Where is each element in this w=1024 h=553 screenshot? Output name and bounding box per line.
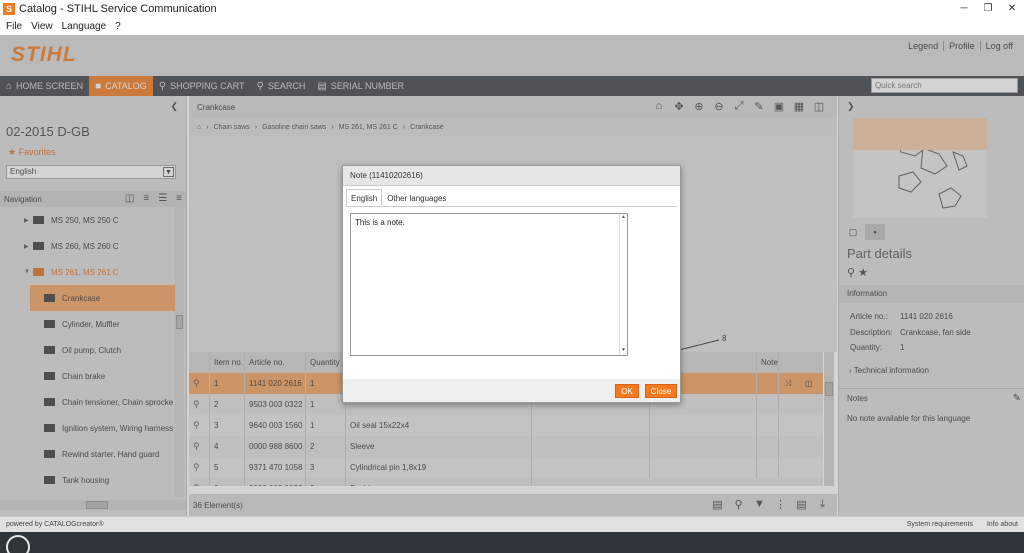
app-icon: S [3, 3, 15, 15]
restore-icon[interactable]: ❐ [976, 0, 1000, 18]
menu-view[interactable]: View [31, 21, 53, 32]
start-button-icon[interactable] [6, 535, 30, 553]
dialog-tabs: English Other languages [346, 189, 451, 206]
close-button[interactable]: Close [645, 384, 677, 398]
window-controls: ─ ❐ ✕ [952, 0, 1024, 18]
note-dialog: Note (11410202616) English Other languag… [342, 165, 681, 403]
textarea-scrollbar[interactable]: ▲ ▼ [619, 214, 627, 355]
system-requirements-link[interactable]: System requirements [907, 521, 973, 528]
info-about-link[interactable]: Info about [987, 521, 1018, 528]
window-title: Catalog - STIHL Service Communication [19, 3, 217, 15]
window-title-bar: S Catalog - STIHL Service Communication … [0, 0, 1024, 18]
menu-bar: File View Language ? [0, 18, 1024, 35]
minimize-icon[interactable]: ─ [952, 0, 976, 18]
powered-by: powered by CATALOGcreator® [6, 521, 104, 528]
close-window-icon[interactable]: ✕ [1000, 0, 1024, 18]
dialog-title: Note (11410202616) [343, 166, 680, 186]
tab-english[interactable]: English [346, 189, 383, 206]
menu-language[interactable]: Language [62, 21, 107, 32]
note-textarea[interactable]: This is a note. [350, 213, 628, 356]
menu-help[interactable]: ? [115, 21, 121, 32]
footer: powered by CATALOGcreator® System requir… [0, 516, 1024, 532]
taskbar [0, 532, 1024, 553]
menu-file[interactable]: File [6, 21, 22, 32]
ok-button[interactable]: OK [615, 384, 639, 398]
tab-other-languages[interactable]: Other languages [382, 189, 451, 206]
dialog-footer: OK Close [343, 379, 680, 402]
